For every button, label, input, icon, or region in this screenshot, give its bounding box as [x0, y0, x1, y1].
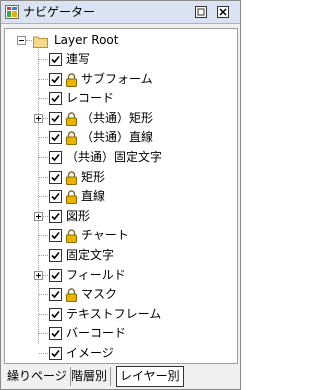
visibility-checkbox[interactable] [49, 73, 62, 86]
close-button[interactable] [216, 5, 230, 19]
restore-icon [195, 6, 207, 18]
expand-toggle[interactable] [34, 271, 43, 280]
layer-label: サブフォーム [81, 72, 153, 86]
check-icon [51, 55, 60, 64]
visibility-checkbox[interactable] [49, 347, 62, 360]
layer-row[interactable]: （共通）矩形 [5, 109, 237, 128]
visibility-checkbox[interactable] [49, 308, 62, 321]
navigator-app-icon [5, 5, 19, 19]
folder-icon [33, 35, 48, 48]
layer-label: 直線 [81, 189, 106, 203]
lock-icon[interactable] [66, 189, 77, 204]
visibility-checkbox[interactable] [49, 92, 62, 105]
window-title: ナビゲーター [23, 5, 96, 19]
tab-by-layer[interactable]: レイヤー別 [116, 366, 184, 387]
check-icon [51, 329, 60, 338]
check-icon [51, 310, 60, 319]
layer-row[interactable]: 連写 [5, 50, 237, 69]
check-icon [51, 94, 60, 103]
visibility-checkbox[interactable] [49, 190, 62, 203]
check-icon [51, 153, 60, 162]
lock-icon[interactable] [66, 111, 77, 126]
navigator-window: ナビゲーター Layer Root 連写 サブフォーム レコード （共通）矩形 … [0, 0, 241, 390]
visibility-checkbox[interactable] [49, 249, 62, 262]
visibility-checkbox[interactable] [49, 131, 62, 144]
close-icon [217, 6, 229, 18]
layer-label: マスク [81, 287, 118, 301]
layer-row[interactable]: レコード [5, 89, 237, 108]
layer-row[interactable]: 固定文字 [5, 246, 237, 265]
expand-toggle[interactable] [34, 114, 43, 123]
expand-toggle[interactable] [34, 212, 43, 221]
check-icon [51, 192, 60, 201]
layer-label: レコード [66, 91, 115, 105]
lock-icon[interactable] [66, 228, 77, 243]
layer-label: フィールド [66, 268, 126, 282]
dock-window-button[interactable] [194, 5, 208, 19]
layer-row[interactable]: 直線 [5, 187, 237, 206]
layer-row[interactable]: （共通）直線 [5, 128, 237, 147]
check-icon [51, 231, 60, 240]
tab-repeat-pages[interactable]: 繰りページ [4, 367, 71, 386]
layer-row[interactable]: チャート [5, 226, 237, 245]
layer-label: 連写 [66, 52, 91, 66]
lock-icon[interactable] [66, 170, 77, 185]
layer-row[interactable]: イメージ [5, 344, 237, 363]
layer-label: イメージ [66, 346, 114, 360]
visibility-checkbox[interactable] [49, 151, 62, 164]
layer-row[interactable]: マスク [5, 285, 237, 304]
layer-row[interactable]: 矩形 [5, 168, 237, 187]
check-icon [51, 114, 60, 123]
root-label: Layer Root [54, 33, 119, 47]
check-icon [51, 133, 60, 142]
layer-row[interactable]: バーコード [5, 324, 237, 343]
visibility-checkbox[interactable] [49, 210, 62, 223]
layer-label: （共通）矩形 [81, 111, 154, 125]
layer-row[interactable]: テキストフレーム [5, 305, 237, 324]
visibility-checkbox[interactable] [49, 229, 62, 242]
lock-icon[interactable] [66, 130, 77, 145]
tab-by-hierarchy[interactable]: 階層別 [68, 367, 112, 386]
check-icon [51, 271, 60, 280]
check-icon [51, 75, 60, 84]
check-icon [51, 290, 60, 299]
layer-row[interactable]: サブフォーム [5, 70, 237, 89]
collapse-root-toggle[interactable] [17, 36, 26, 45]
lock-icon[interactable] [66, 72, 77, 87]
layer-label: （共通）固定文字 [66, 150, 163, 164]
check-icon [51, 173, 60, 182]
visibility-checkbox[interactable] [49, 288, 62, 301]
check-icon [51, 349, 60, 358]
tree-root-row[interactable]: Layer Root [5, 31, 237, 50]
visibility-checkbox[interactable] [49, 112, 62, 125]
layer-row[interactable]: （共通）固定文字 [5, 148, 237, 167]
layer-tree[interactable]: Layer Root 連写サブフォームレコード （共通）矩形 （共通）直線 （共通）固… [4, 28, 238, 364]
layer-label: （共通）直線 [81, 130, 154, 144]
visibility-checkbox[interactable] [49, 171, 62, 184]
layer-label: テキストフレーム [66, 307, 162, 321]
layer-label: 矩形 [81, 170, 106, 184]
layer-row[interactable]: 図形 [5, 207, 237, 226]
check-icon [51, 251, 60, 260]
navigator-tab-bar: 繰りページ 階層別 レイヤー別 [1, 365, 240, 389]
visibility-checkbox[interactable] [49, 53, 62, 66]
layer-label: バーコード [66, 326, 127, 340]
layer-label: チャート [81, 228, 129, 242]
check-icon [51, 212, 60, 221]
layer-label: 固定文字 [66, 248, 115, 262]
lock-icon[interactable] [66, 287, 77, 302]
layer-row[interactable]: フィールド [5, 266, 237, 285]
visibility-checkbox[interactable] [49, 269, 62, 282]
titlebar: ナビゲーター [1, 1, 240, 24]
layer-label: 図形 [66, 209, 91, 223]
visibility-checkbox[interactable] [49, 327, 62, 340]
